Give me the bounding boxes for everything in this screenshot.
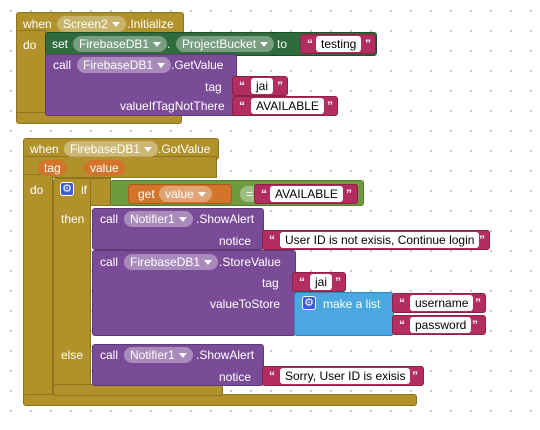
- quote-close: ”: [277, 79, 283, 93]
- quote-open: “: [239, 99, 245, 113]
- dot-separator: .: [167, 37, 171, 51]
- component-dropdown[interactable]: Screen2: [57, 16, 126, 32]
- call-keyword: call: [100, 348, 119, 362]
- tag-socket-label: tag: [205, 80, 222, 94]
- quote-open: “: [299, 275, 305, 289]
- quote-close: ”: [472, 318, 478, 332]
- param-value[interactable]: value: [84, 160, 125, 176]
- gear-icon[interactable]: ⚙: [302, 296, 316, 310]
- quote-close: ”: [479, 233, 485, 247]
- then-keyword: then: [61, 212, 85, 226]
- quote-close: ”: [327, 99, 333, 113]
- get-keyword: get: [138, 187, 155, 201]
- quote-open: “: [269, 369, 275, 383]
- firebase-dropdown[interactable]: FirebaseDB1: [124, 254, 219, 270]
- quote-close: ”: [412, 369, 418, 383]
- if-control-block[interactable]: [53, 178, 91, 396]
- text-field-available[interactable]: AVAILABLE: [270, 186, 343, 202]
- method-name: .StoreValue: [219, 255, 281, 269]
- set-keyword: set: [52, 37, 69, 51]
- else-keyword: else: [61, 348, 84, 362]
- quote-close: ”: [475, 296, 481, 310]
- property-dropdown[interactable]: ProjectBucket: [176, 36, 275, 52]
- quote-open: “: [261, 187, 267, 201]
- notifier-dropdown[interactable]: Notifier1: [124, 347, 193, 363]
- if-keyword: if: [81, 183, 87, 197]
- text-field-notice[interactable]: Sorry, User ID is exisis: [280, 368, 411, 384]
- do-keyword: do: [30, 183, 44, 197]
- text-field-notice[interactable]: User ID is not exisis, Continue login: [280, 232, 480, 248]
- component-dropdown[interactable]: FirebaseDB1: [64, 141, 159, 157]
- call-component-dropdown[interactable]: FirebaseDB1: [77, 57, 172, 73]
- make-a-list-label: make a list: [323, 297, 381, 311]
- method-name: .ShowAlert: [196, 212, 255, 226]
- quote-open: “: [307, 37, 313, 51]
- quote-open: “: [399, 318, 405, 332]
- do-keyword: do: [23, 38, 37, 52]
- value-if-tag-not-there-label: valueIfTagNotThere: [120, 99, 225, 113]
- quote-close: ”: [346, 187, 352, 201]
- quote-open: “: [399, 296, 405, 310]
- method-name: .GetValue: [171, 58, 224, 72]
- variable-dropdown[interactable]: value: [159, 186, 212, 202]
- event-name: .Initialize: [127, 17, 174, 31]
- to-keyword: to: [277, 37, 288, 51]
- event-body-bar: [23, 174, 53, 404]
- quote-open: “: [239, 79, 245, 93]
- param-tag[interactable]: tag: [38, 160, 67, 176]
- quote-close: ”: [365, 37, 371, 51]
- call-keyword: call: [100, 255, 119, 269]
- set-component-dropdown[interactable]: FirebaseDB1: [73, 36, 168, 52]
- call-keyword: call: [100, 212, 119, 226]
- method-name: .ShowAlert: [196, 348, 255, 362]
- quote-close: ”: [335, 275, 341, 289]
- text-field-jai[interactable]: jai: [310, 274, 333, 290]
- text-field-username[interactable]: username: [410, 295, 474, 311]
- quote-open: “: [269, 233, 275, 247]
- notifier-dropdown[interactable]: Notifier1: [124, 211, 193, 227]
- notice-socket-label: notice: [219, 234, 252, 248]
- text-field-jai[interactable]: jai: [251, 78, 274, 94]
- when-keyword: when: [30, 142, 59, 156]
- call-keyword: call: [53, 58, 72, 72]
- tag-socket-label: tag: [262, 276, 279, 290]
- text-field-available[interactable]: AVAILABLE: [251, 98, 324, 114]
- gear-icon[interactable]: ⚙: [60, 182, 74, 196]
- text-field-password[interactable]: password: [410, 317, 472, 333]
- notice-socket-label: notice: [219, 370, 252, 384]
- value-to-store-label: valueToStore: [210, 297, 281, 311]
- text-field-testing[interactable]: testing: [316, 36, 362, 52]
- when-keyword: when: [23, 17, 52, 31]
- event-name: .GotValue: [158, 142, 211, 156]
